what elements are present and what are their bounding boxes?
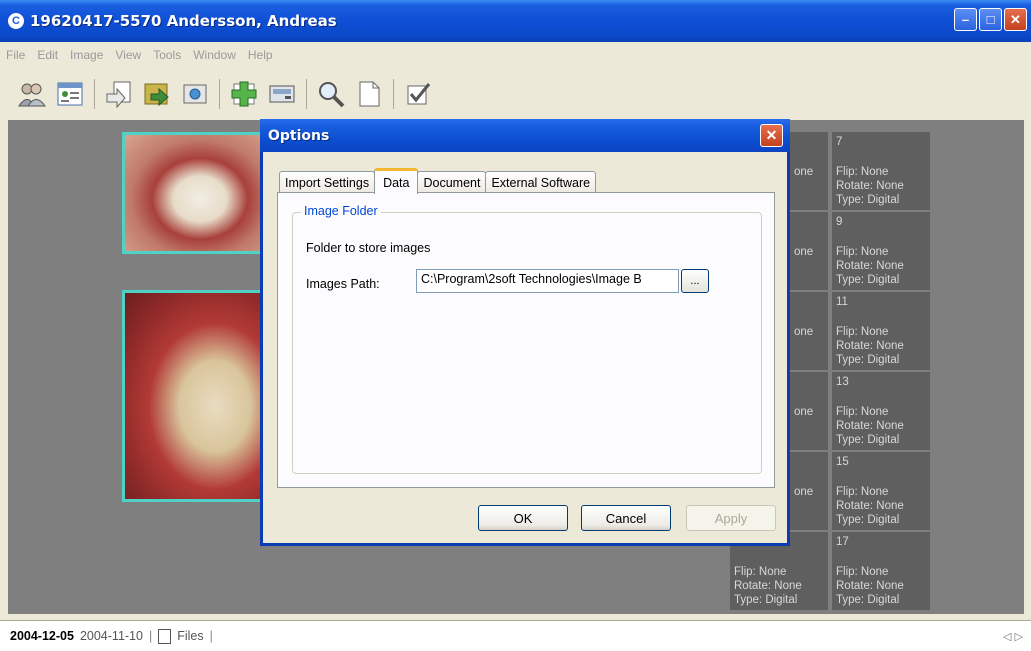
dialog-title-bar: Options	[260, 119, 790, 152]
menu-tools[interactable]: Tools	[153, 48, 181, 62]
thumbnail[interactable]: 9 Flip: None Rotate: None Type: Digital	[832, 212, 930, 290]
camera-icon[interactable]	[179, 78, 211, 110]
folder-description: Folder to store images	[306, 241, 431, 255]
images-path-label: Images Path:	[306, 277, 380, 291]
dental-photo-upper-arch[interactable]	[122, 290, 278, 502]
menu-help[interactable]: Help	[248, 48, 273, 62]
thumbnail[interactable]: 15 Flip: None Rotate: None Type: Digital	[832, 452, 930, 530]
ok-button[interactable]: OK	[478, 505, 568, 531]
toolbar-separator	[94, 79, 95, 109]
main-title-bar: C 19620417-5570 Andersson, Andreas – □ ✕	[0, 0, 1031, 42]
toolbar	[0, 70, 1031, 118]
data-tab-panel: Image Folder Folder to store images Imag…	[277, 192, 775, 488]
dental-photo-smile[interactable]	[122, 132, 278, 254]
thumbnail[interactable]: 11 Flip: None Rotate: None Type: Digital	[832, 292, 930, 370]
menu-bar: File Edit Image View Tools Window Help	[0, 44, 1031, 66]
menu-edit[interactable]: Edit	[37, 48, 58, 62]
add-image-icon[interactable]	[228, 78, 260, 110]
tab-data[interactable]: Data	[374, 168, 419, 194]
date-tab-bar: 2004-12-05 2004-11-10 | Files | ◁ ▷	[0, 620, 1031, 651]
toolbar-separator	[219, 79, 220, 109]
dialog-title: Options	[268, 127, 330, 144]
group-title: Image Folder	[301, 204, 381, 218]
patients-icon[interactable]	[16, 78, 48, 110]
dialog-tabs: Import Settings Data Document External S…	[279, 168, 597, 194]
menu-image[interactable]: Image	[70, 48, 103, 62]
apply-button[interactable]: Apply	[686, 505, 776, 531]
maximize-button[interactable]: □	[979, 8, 1002, 31]
app-logo-icon: C	[8, 13, 24, 29]
menu-view[interactable]: View	[115, 48, 141, 62]
zoom-icon[interactable]	[315, 78, 347, 110]
tab-date-second[interactable]: 2004-11-10	[80, 629, 143, 643]
thumbnail[interactable]: 17 Flip: None Rotate: None Type: Digital	[832, 532, 930, 610]
tab-import-settings[interactable]: Import Settings	[279, 171, 376, 193]
tab-files[interactable]: Files	[177, 629, 203, 643]
import-icon[interactable]	[103, 78, 135, 110]
tab-document[interactable]: Document	[417, 171, 487, 193]
close-button[interactable]: ✕	[1004, 8, 1027, 31]
tab-date-active[interactable]: 2004-12-05	[10, 629, 74, 643]
thumbnail[interactable]: 13 Flip: None Rotate: None Type: Digital	[832, 372, 930, 450]
thumbnail[interactable]: 7 Flip: None Rotate: None Type: Digital	[832, 132, 930, 210]
export-icon[interactable]	[141, 78, 173, 110]
tab-separator: |	[148, 629, 153, 643]
toolbar-separator	[306, 79, 307, 109]
tab-separator: |	[209, 629, 213, 643]
menu-file[interactable]: File	[6, 48, 25, 62]
minimize-button[interactable]: –	[954, 8, 977, 31]
images-path-input[interactable]: C:\Program\2soft Technologies\Image B	[416, 269, 679, 293]
window-controls: – □ ✕	[954, 8, 1027, 31]
cancel-button[interactable]: Cancel	[581, 505, 671, 531]
menu-window[interactable]: Window	[193, 48, 236, 62]
files-icon	[158, 628, 172, 644]
options-dialog: Options ✕ Import Settings Data Document …	[260, 119, 790, 546]
image-folder-group: Image Folder Folder to store images Imag…	[292, 204, 762, 474]
new-document-icon[interactable]	[353, 78, 385, 110]
tab-external-software[interactable]: External Software	[485, 171, 597, 193]
browse-button[interactable]: ...	[681, 269, 709, 293]
patient-card-icon[interactable]	[54, 78, 86, 110]
dialog-close-button[interactable]: ✕	[760, 124, 783, 147]
toolbar-separator	[393, 79, 394, 109]
window-title: 19620417-5570 Andersson, Andreas	[30, 12, 337, 30]
scanner-icon[interactable]	[266, 78, 298, 110]
tab-scroll-arrows-icon[interactable]: ◁ ▷	[1003, 630, 1023, 643]
checklist-icon[interactable]	[402, 78, 434, 110]
